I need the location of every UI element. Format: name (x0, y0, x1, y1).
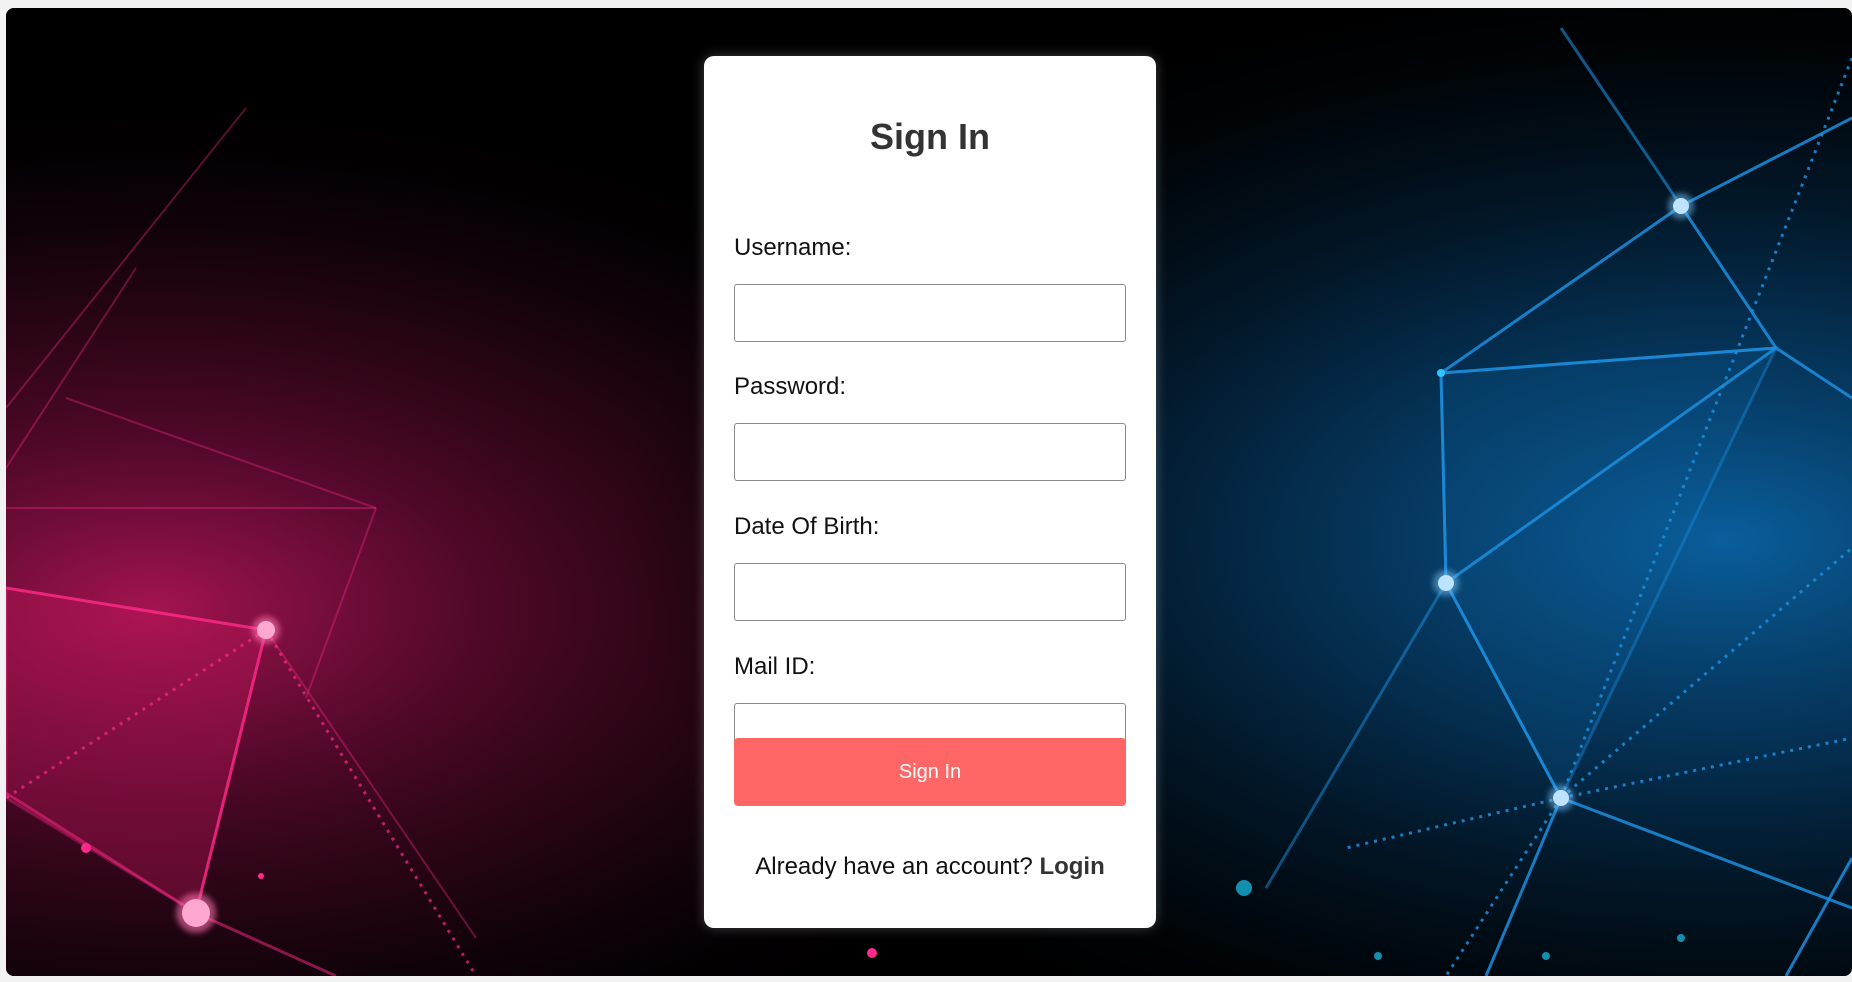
sign-in-button[interactable]: Sign In (734, 738, 1126, 806)
username-label: Username: (734, 234, 852, 261)
username-input[interactable] (734, 284, 1126, 342)
password-label: Password: (734, 373, 847, 400)
form-title: Sign In (870, 116, 990, 157)
date-of-birth-input[interactable] (734, 563, 1126, 621)
login-link[interactable]: Login (1039, 853, 1104, 880)
sign-in-card: Sign In Username: Password: Date Of Birt… (704, 56, 1156, 928)
login-prompt-text: Already have an account? (755, 853, 1033, 880)
password-input[interactable] (734, 423, 1126, 481)
mail-id-label: Mail ID: (734, 653, 816, 680)
login-prompt: Already have an account? Login (704, 853, 1156, 881)
date-of-birth-label: Date Of Birth: (734, 513, 880, 540)
page-background: Sign In Username: Password: Date Of Birt… (6, 8, 1852, 976)
